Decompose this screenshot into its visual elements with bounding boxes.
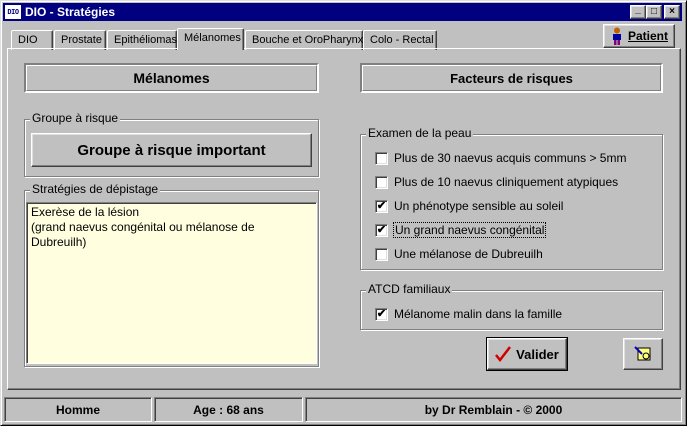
checkbox-box[interactable] [375,151,388,165]
checkbox-label: Un phénotype sensible au soleil [394,199,564,213]
checkbox-box[interactable]: ✔ [375,307,388,321]
skin-exam-legend: Examen de la peau [366,126,474,140]
status-credit-text: by Dr Remblain - © 2000 [424,402,563,417]
status-credit: by Dr Remblain - © 2000 [305,397,682,422]
tab-melanomes[interactable]: Mélanomes [177,28,244,50]
status-age-text: Age : 68 ans [193,402,264,417]
tab-dio[interactable]: DIO [11,30,53,50]
tab-label: Colo - Rectal [370,34,434,46]
tab-label: Mélanomes [184,32,241,44]
checkbox-phenotype-soleil[interactable]: ✔ Un phénotype sensible au soleil [375,199,563,213]
status-sex: Homme [4,397,152,422]
checkbox-label: Plus de 10 naevus cliniquement atypiques [394,175,619,189]
tab-label: DIO [18,34,38,46]
risk-group-legend: Groupe à risque [30,111,121,125]
strategy-text[interactable]: Exerèse de la lésion (grand naevus congé… [26,202,317,364]
tab-label: Epithéliomas [114,34,177,46]
window-title: DIO - Stratégies [25,5,116,19]
person-icon [612,27,621,45]
patient-button[interactable]: Patient [603,24,675,48]
minimize-icon: _ [635,4,641,15]
validate-button-label: Valider [516,346,559,362]
family-history-legend: ATCD familiaux [366,282,453,296]
app-icon: DIO [5,5,21,19]
edit-tool-icon [634,346,651,361]
close-button[interactable]: × [664,5,680,19]
left-header: Mélanomes [24,63,319,93]
validate-button[interactable]: Valider [486,337,568,371]
tab-label: Prostate [61,34,102,46]
checkbox-box[interactable] [375,175,388,189]
tab-label: Bouche et OroPharynx [252,34,364,46]
checkbox-naevus-congenital[interactable]: ✔ Un grand naevus congénital [375,222,547,238]
checkbox-box[interactable]: ✔ [375,199,388,213]
maximize-button[interactable]: □ [646,5,662,19]
status-age: Age : 68 ans [154,397,303,422]
checkbox-melanose-dubreuilh[interactable]: Une mélanose de Dubreuilh [375,247,543,261]
status-sex-text: Homme [55,402,100,417]
minimize-button[interactable]: _ [630,5,646,19]
tab-epitheliomas[interactable]: Epithéliomas [107,30,177,50]
tab-bouche-oropharynx[interactable]: Bouche et OroPharynx [245,30,363,50]
left-header-title: Mélanomes [133,70,210,86]
right-header-title: Facteurs de risques [450,70,573,86]
checkbox-label: Une mélanose de Dubreuilh [394,247,543,261]
risk-group-value: Groupe à risque important [31,133,312,167]
edit-tool-button[interactable] [623,338,663,370]
checkbox-box[interactable] [375,247,388,261]
checkbox-label: Plus de 30 naevus acquis communs > 5mm [394,151,627,165]
checkbox-label: Un grand naevus congénital [392,222,547,238]
checkbox-naevus-acquis[interactable]: Plus de 30 naevus acquis communs > 5mm [375,151,626,165]
checkbox-label: Mélanome malin dans la famille [394,307,563,321]
red-checkmark-icon [495,346,512,362]
patient-button-label: Patient [627,29,668,43]
checkbox-box[interactable]: ✔ [375,223,388,237]
strategy-legend: Stratégies de dépistage [30,182,161,196]
maximize-icon: □ [650,6,658,17]
risk-group-label: Groupe à risque important [77,141,266,159]
checkbox-melanome-famille[interactable]: ✔ Mélanome malin dans la famille [375,307,562,321]
title-bar[interactable]: DIO DIO - Stratégies _ □ × [3,3,682,21]
right-header: Facteurs de risques [360,63,663,93]
tab-colo-rectal[interactable]: Colo - Rectal [363,30,437,50]
checkbox-naevus-atypiques[interactable]: Plus de 10 naevus cliniquement atypiques [375,175,618,189]
tab-prostate[interactable]: Prostate [54,30,106,50]
close-icon: × [669,6,675,17]
